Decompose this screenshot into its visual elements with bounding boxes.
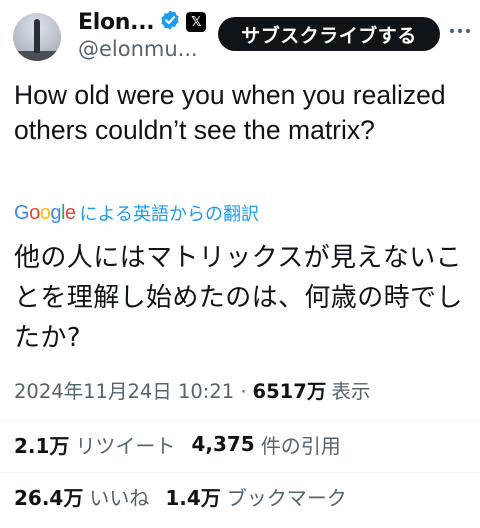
avatar-rocket (34, 19, 40, 53)
author-name[interactable]: Elon... (78, 10, 155, 35)
tweet-meta: 2024年11月24日 10:21 · 6517万 表示 (14, 374, 370, 404)
views-label: 表示 (331, 379, 371, 403)
tweet-header: Elon... 𝕏 @elonmu... サブスクライブする (0, 0, 480, 72)
timestamp[interactable]: 2024年11月24日 10:21 · (14, 375, 247, 404)
stats-row-reposts: 2.1万 リツイート 4,375 件の引用 (14, 429, 357, 459)
subscribe-button[interactable]: サブスクライブする (218, 17, 440, 51)
translated-text: 他の人にはマトリックスが見えないことを理解し始めたのは、何歳の時でしたか? (14, 243, 463, 353)
author-name-row: Elon... 𝕏 (78, 7, 207, 37)
views-count: 6517万 (252, 379, 327, 403)
bookmarks-count[interactable]: 1.4万 (165, 482, 220, 511)
verified-badge-icon (159, 9, 181, 35)
retweets-count[interactable]: 2.1万 (14, 430, 69, 459)
divider (0, 420, 480, 421)
x-logo-icon: 𝕏 (186, 12, 207, 32)
author-handle[interactable]: @elonmu... (78, 37, 198, 61)
google-logo-icon: Google (14, 201, 76, 224)
divider (0, 472, 480, 473)
likes-label[interactable]: いいね (89, 482, 149, 511)
retweets-label[interactable]: リツイート (75, 430, 175, 459)
translation-attribution[interactable]: Google による英語からの翻訳 (14, 200, 259, 226)
tweet-text: How old were you when you realized other… (14, 80, 446, 145)
avatar[interactable] (13, 13, 61, 61)
quotes-label[interactable]: 件の引用 (261, 430, 341, 459)
stats-row-likes: 26.4万 いいね 1.4万 ブックマーク (14, 481, 363, 511)
translation-label[interactable]: による英語からの翻訳 (80, 200, 259, 226)
quotes-count[interactable]: 4,375 (191, 432, 254, 456)
bookmarks-label[interactable]: ブックマーク (227, 482, 347, 511)
likes-count[interactable]: 26.4万 (14, 482, 83, 511)
more-icon[interactable] (445, 16, 475, 46)
